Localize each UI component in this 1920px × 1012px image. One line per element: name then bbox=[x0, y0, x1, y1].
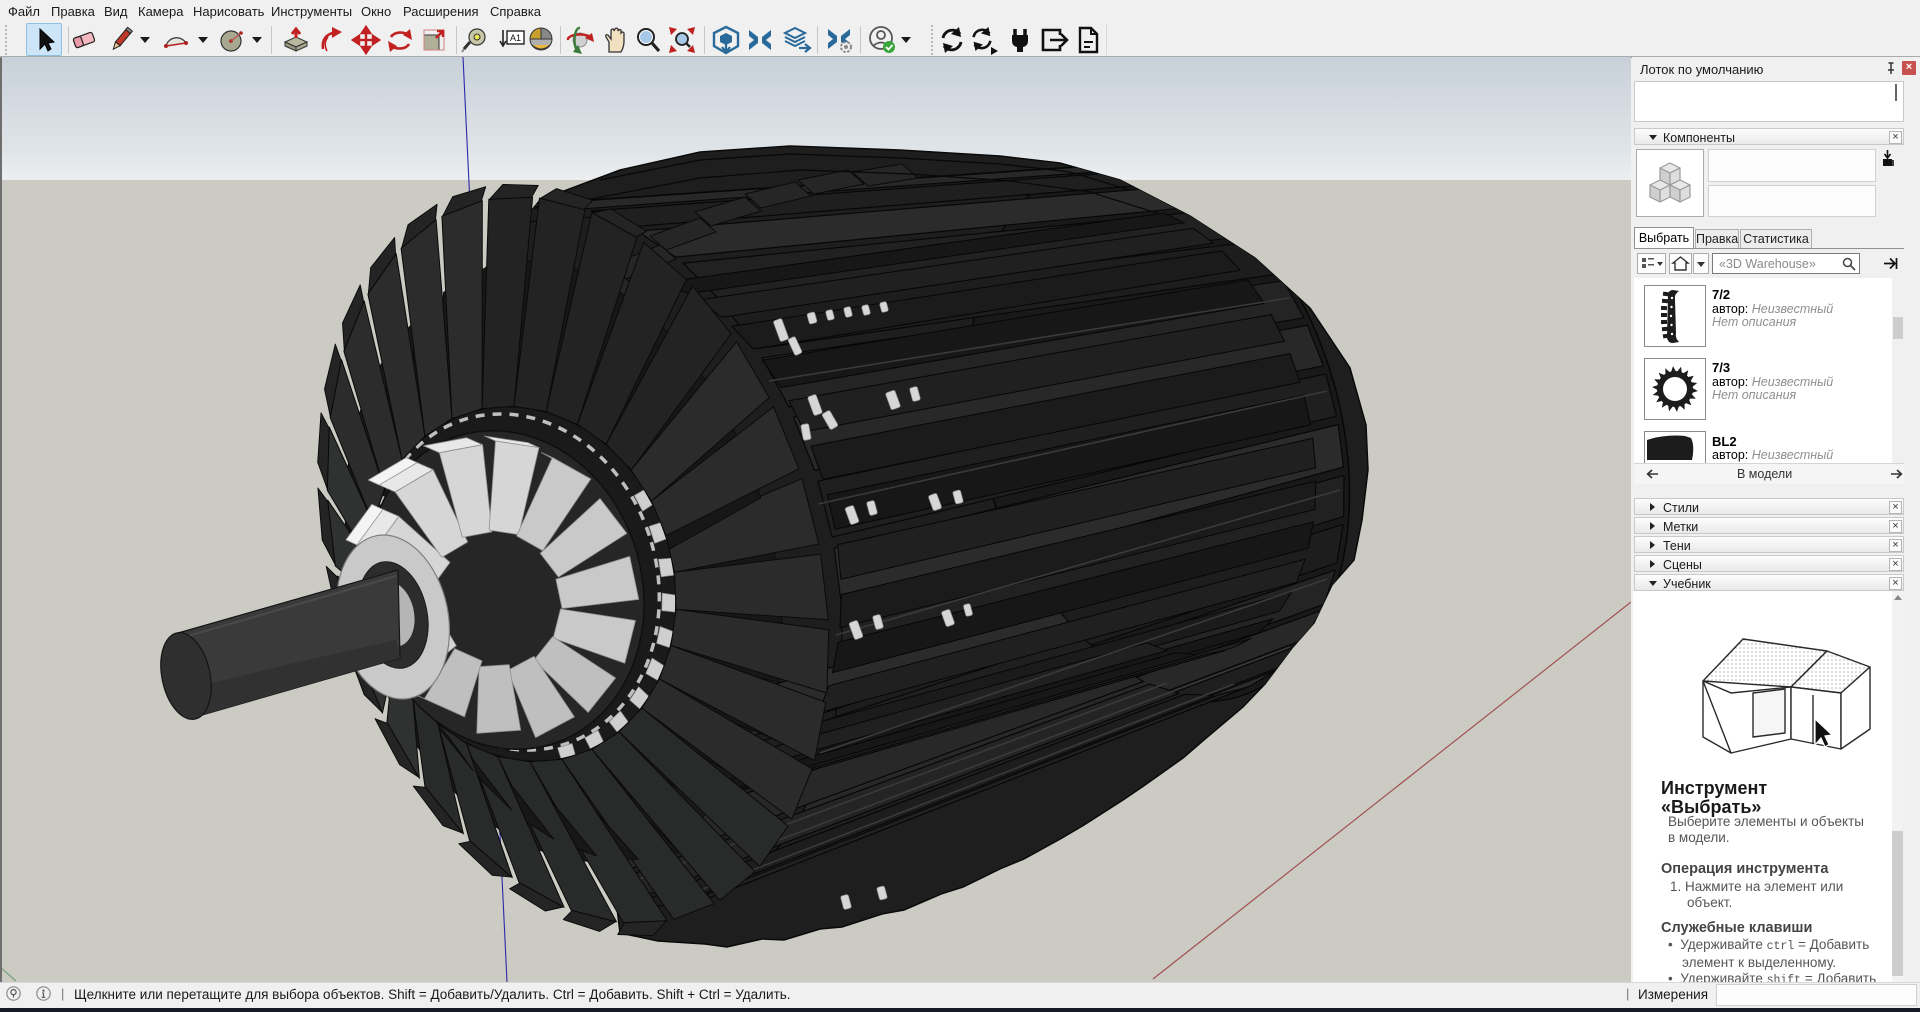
svg-text:A1: A1 bbox=[510, 33, 521, 43]
